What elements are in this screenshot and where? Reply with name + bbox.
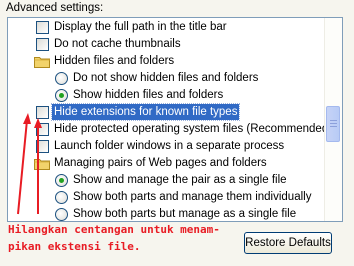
- group-web-pages: Managing pairs of Web pages and folders: [8, 155, 326, 172]
- setting-row-launch-separate[interactable]: Launch folder windows in a separate proc…: [8, 138, 326, 155]
- setting-row-do-not-show-hidden[interactable]: Do not show hidden files and folders: [8, 70, 326, 87]
- radio-button-selected[interactable]: [55, 89, 68, 102]
- grip-line: [330, 123, 337, 124]
- setting-label: Show hidden files and folders: [73, 89, 224, 101]
- setting-row-show-hidden[interactable]: Show hidden files and folders: [8, 87, 326, 104]
- setting-row-full-path[interactable]: Display the full path in the title bar: [8, 19, 326, 36]
- setting-label: Show both parts but manage as a single f…: [73, 208, 297, 220]
- annotation-line: Hilangkan centangan untuk menam-: [8, 223, 220, 236]
- setting-row-hide-protected[interactable]: Hide protected operating system files (R…: [8, 121, 332, 138]
- advanced-settings-label: Advanced settings:: [6, 2, 104, 14]
- setting-label-selected: Hide extensions for known file types: [50, 103, 241, 121]
- annotation-text: Hilangkan centangan untuk menam- pikan e…: [8, 221, 220, 255]
- radio-button[interactable]: [55, 72, 68, 85]
- radio-button[interactable]: [55, 191, 68, 204]
- annotation-line: pikan ekstensi file.: [8, 240, 141, 253]
- group-hidden-files: Hidden files and folders: [8, 53, 326, 70]
- vertical-scrollbar[interactable]: [324, 18, 342, 221]
- setting-label: Hide protected operating system files (R…: [54, 123, 333, 135]
- folder-icon: [34, 57, 50, 68]
- advanced-settings-list[interactable]: Display the full path in the title bar D…: [7, 17, 343, 222]
- folder-icon: [34, 159, 50, 170]
- checkbox[interactable]: [36, 21, 49, 34]
- setting-row-show-both-individually[interactable]: Show both parts and manage them individu…: [8, 189, 326, 206]
- setting-row-hide-extensions[interactable]: Hide extensions for known file types: [8, 103, 326, 121]
- group-label: Hidden files and folders: [54, 55, 175, 67]
- setting-label: Do not show hidden files and folders: [73, 72, 259, 84]
- setting-row-show-both-single[interactable]: Show both parts but manage as a single f…: [8, 206, 326, 221]
- scrollbar-thumb[interactable]: [326, 106, 340, 142]
- setting-row-cache-thumbnails[interactable]: Do not cache thumbnails: [8, 36, 326, 53]
- setting-label: Show and manage the pair as a single fil…: [73, 174, 287, 186]
- checkbox[interactable]: [36, 38, 49, 51]
- setting-label: Show both parts and manage them individu…: [73, 191, 312, 203]
- setting-row-manage-pair-single[interactable]: Show and manage the pair as a single fil…: [8, 172, 326, 189]
- radio-button[interactable]: [55, 208, 68, 221]
- setting-label: Do not cache thumbnails: [54, 38, 181, 50]
- group-label: Managing pairs of Web pages and folders: [54, 157, 267, 169]
- checkbox[interactable]: [36, 123, 49, 136]
- checkbox[interactable]: [36, 140, 49, 153]
- checkbox[interactable]: [36, 106, 49, 119]
- setting-label: Launch folder windows in a separate proc…: [54, 140, 285, 152]
- grip-line: [330, 120, 337, 121]
- restore-defaults-button[interactable]: Restore Defaults: [244, 232, 332, 254]
- grip-line: [330, 126, 337, 127]
- setting-label: Display the full path in the title bar: [54, 21, 227, 33]
- radio-button-selected[interactable]: [55, 174, 68, 187]
